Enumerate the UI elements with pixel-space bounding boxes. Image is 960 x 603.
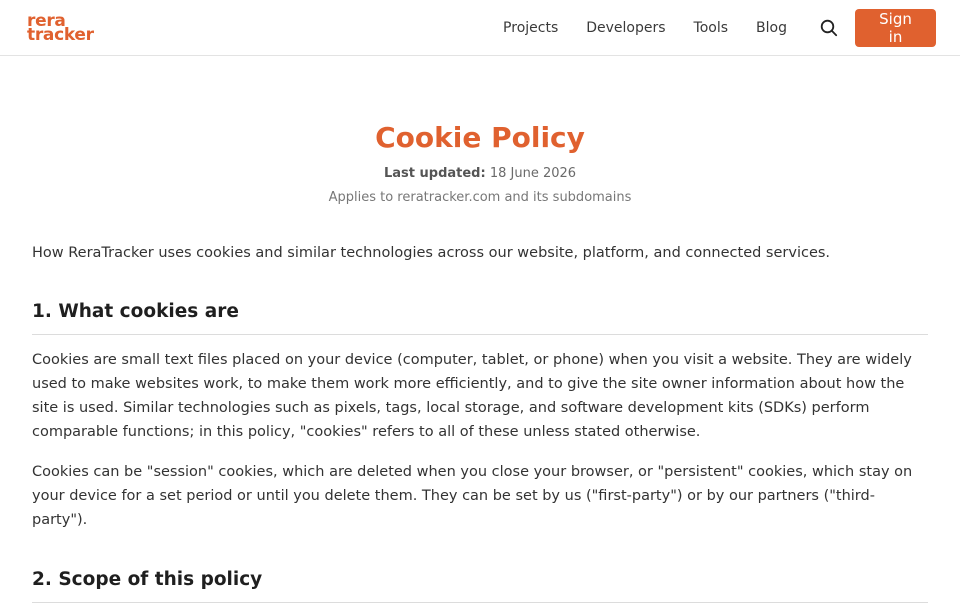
site-header: rera tracker Projects Developers Tools B… — [0, 0, 960, 56]
section-heading: 2. Scope of this policy — [32, 568, 928, 603]
last-updated-label: Last updated: — [383, 166, 486, 181]
last-updated-date: 18 June 2026 — [489, 166, 577, 181]
policy-content: Cookie Policy Last updated: 18 June 2026… — [32, 56, 928, 603]
site-logo[interactable]: rera tracker — [27, 12, 94, 45]
nav-developers[interactable]: Developers — [586, 20, 665, 36]
logo-line-2: tracker — [27, 24, 94, 45]
section-what-cookies-are: 1. What cookies are Cookies are small te… — [32, 300, 928, 532]
search-icon[interactable] — [819, 18, 839, 38]
page-title: Cookie Policy — [375, 121, 585, 154]
nav-projects[interactable]: Projects — [503, 20, 558, 36]
main-nav: Projects Developers Tools Blog — [503, 20, 787, 36]
last-updated: Last updated: 18 June 2026 — [32, 166, 928, 182]
section-paragraph: Cookies are small text files placed on y… — [32, 352, 912, 440]
section-heading: 1. What cookies are — [32, 300, 928, 335]
nav-blog[interactable]: Blog — [756, 20, 787, 36]
section-scope: 2. Scope of this policy — [32, 568, 928, 603]
nav-tools[interactable]: Tools — [694, 20, 729, 36]
intro-text: How ReraTracker uses cookies and similar… — [32, 245, 831, 261]
sign-in-button[interactable]: Sign in — [855, 8, 936, 47]
section-paragraph: Cookies can be "session" cookies, which … — [32, 464, 913, 528]
applies-to: Applies to reratracker.com and its subdo… — [328, 190, 632, 205]
